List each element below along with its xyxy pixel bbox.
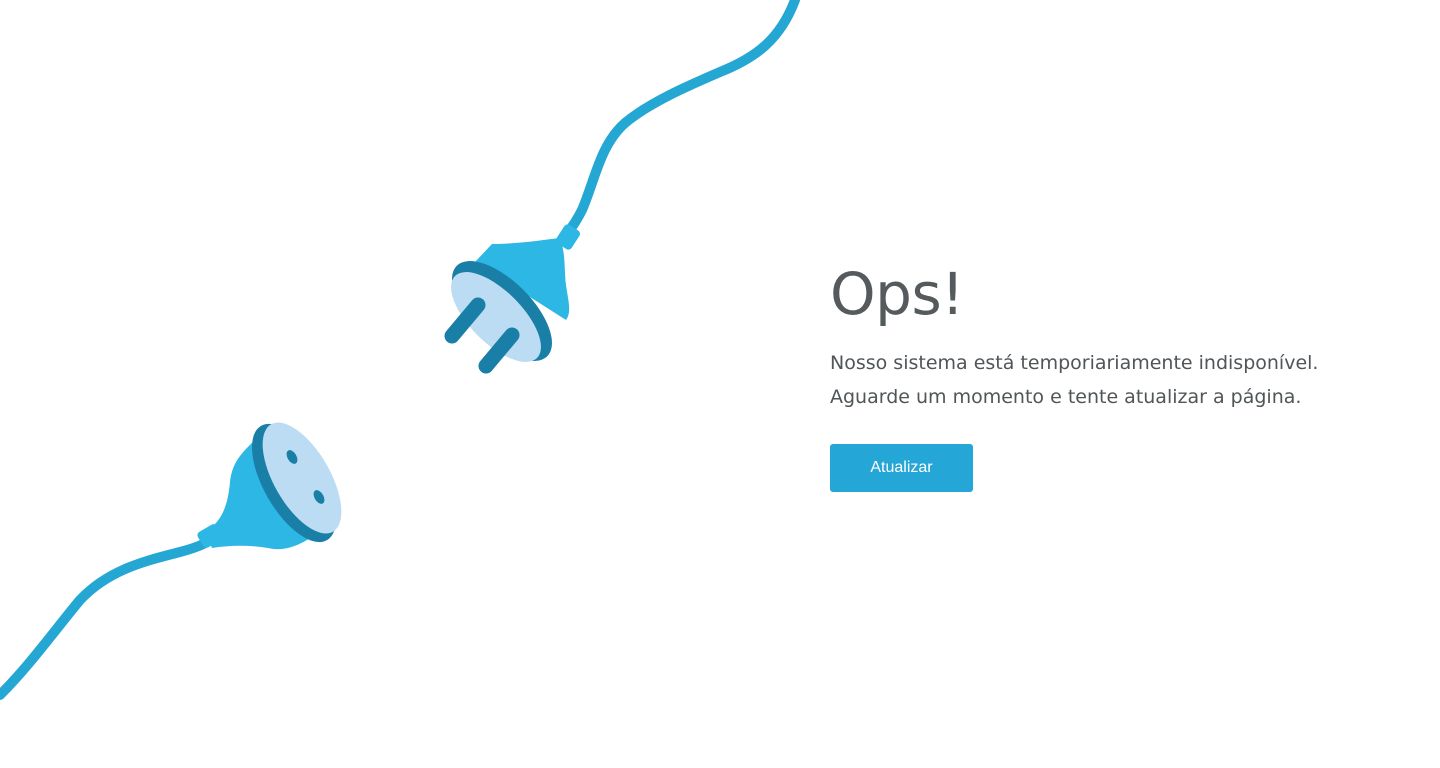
error-message-line: Nosso sistema está temporiariamente indi…	[830, 352, 1319, 374]
error-message-line: Aguarde um momento e tente atualizar a p…	[830, 386, 1302, 408]
lower-cable	[0, 535, 215, 700]
socket-icon	[197, 422, 342, 550]
refresh-button[interactable]: Atualizar	[830, 444, 973, 492]
error-title: Ops!	[830, 260, 964, 328]
upper-cable	[561, 0, 800, 240]
plug-icon	[444, 224, 581, 374]
error-content: Ops! Nosso sistema está temporiariamente…	[830, 258, 1390, 492]
error-message: Nosso sistema está temporiariamente indi…	[830, 346, 1390, 414]
error-page: Ops! Nosso sistema está temporiariamente…	[0, 0, 1440, 768]
